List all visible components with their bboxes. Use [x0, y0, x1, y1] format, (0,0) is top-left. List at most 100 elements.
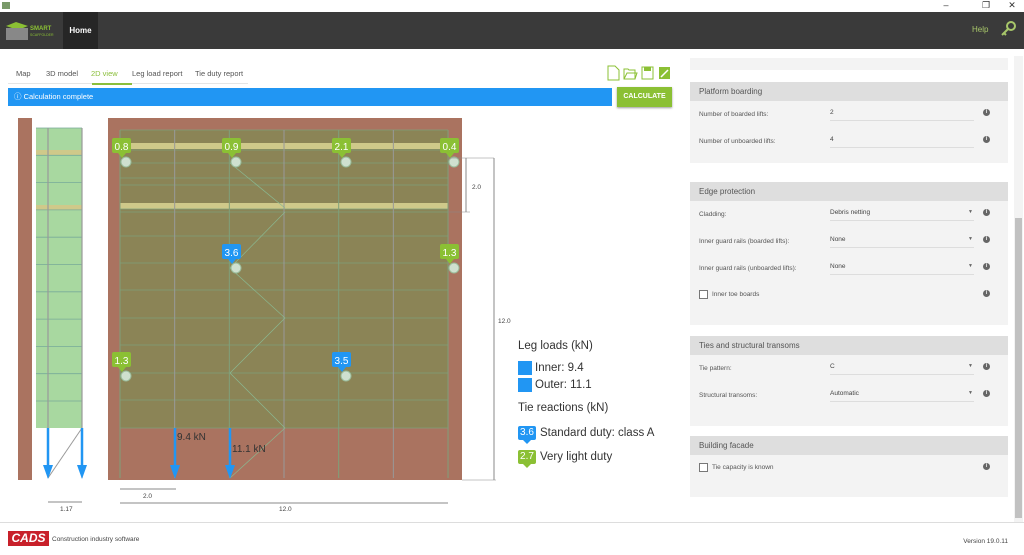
tab-2d-view[interactable]: 2D view: [91, 69, 118, 78]
field-label: Tie pattern:: [699, 365, 732, 372]
height-dim: 12.0: [498, 318, 511, 325]
load-arrow-icon: [77, 465, 87, 479]
smart-scaffolder-logo: SMART SCAFFOLDER: [6, 22, 54, 40]
cladding-select[interactable]: Debris netting ▼: [830, 209, 974, 221]
minimize-button[interactable]: –: [936, 0, 956, 10]
building-wall-side: [18, 118, 32, 480]
inner-guard-rails-unboarded-select[interactable]: None ▼: [830, 263, 974, 275]
tab-3d-model[interactable]: 3D model: [46, 69, 78, 78]
standard-duty-label: Standard duty: class A: [540, 427, 655, 439]
tie-value: 1.3: [115, 356, 129, 367]
inner-guard-rails-boarded-select[interactable]: None ▼: [830, 236, 974, 248]
selected-value: None: [830, 263, 846, 270]
inner-swatch: [518, 360, 532, 375]
inner-toe-boards-checkbox[interactable]: [699, 290, 708, 299]
info-icon[interactable]: i: [983, 263, 990, 270]
save-as-icon[interactable]: [659, 67, 670, 79]
section-title: Ties and structural transoms: [690, 336, 1008, 355]
selected-value: Automatic: [830, 390, 859, 397]
tie-anchor-icon: [340, 156, 352, 168]
edge-protection-section: Edge protection Cladding: Debris netting ▼…: [690, 182, 1008, 325]
tie-anchor-icon: [120, 156, 132, 168]
tie-value: 3.6: [225, 248, 239, 259]
field-label: Number of unboarded lifts:: [699, 138, 776, 145]
tie-anchor-icon: [230, 262, 242, 274]
tab-leg-load-report[interactable]: Leg load report: [132, 69, 182, 78]
info-icon[interactable]: i: [983, 136, 990, 143]
tie-value: 1.3: [443, 248, 457, 259]
scaffold-side-cladding: [36, 128, 82, 428]
dropdown-caret-icon: ▼: [968, 363, 973, 369]
boarded-lifts-input[interactable]: 2: [830, 109, 974, 121]
scaffold-2d-view: 0.8 0.9 2.1 0.4 3.6 1.3 1.3 3.5 9.4 kN 11.1 kN 2.0…: [18, 118, 511, 513]
ties-section: Ties and structural transoms Tie pattern…: [690, 336, 1008, 426]
info-icon[interactable]: i: [983, 363, 990, 370]
inner-load-label: 9.4 kN: [177, 432, 206, 443]
tie-capacity-checkbox[interactable]: [699, 463, 708, 472]
side-board: [36, 205, 82, 210]
standard-duty-tag: 3.6: [518, 426, 536, 444]
version: Version 19.0.11: [963, 538, 1008, 545]
info-icon[interactable]: i: [983, 236, 990, 243]
status-text: Calculation complete: [23, 92, 94, 101]
tie-value: 0.8: [115, 142, 129, 153]
toolbar: [607, 65, 670, 81]
previous-section-tail: [690, 58, 1008, 70]
field-label: Structural transoms:: [699, 392, 758, 399]
info-icon[interactable]: i: [983, 109, 990, 116]
calculate-button[interactable]: CALCULATE: [617, 87, 672, 107]
info-icon[interactable]: i: [983, 209, 990, 216]
length-dim: 12.0: [279, 506, 292, 513]
width-dim: 1.17: [60, 506, 73, 513]
tie-value: 0.9: [225, 142, 239, 153]
save-icon[interactable]: [641, 66, 654, 80]
tie-anchor-icon: [448, 262, 460, 274]
info-icon[interactable]: i: [983, 390, 990, 397]
outer-load: Outer: 11.1: [535, 378, 592, 391]
legend: Leg loads (kN) Inner: 9.4 Outer: 11.1 Ti…: [518, 340, 654, 469]
tie-reactions-title: Tie reactions (kN): [518, 402, 609, 414]
view-tabs: Map 3D model 2D view Leg load report Tie…: [8, 66, 248, 85]
info-icon[interactable]: i: [983, 290, 990, 297]
app-icon: [2, 2, 10, 9]
new-file-icon[interactable]: [607, 65, 620, 81]
platform-boarding-section: Platform boarding Number of boarded lift…: [690, 82, 1008, 163]
unboarded-lifts-input[interactable]: 4: [830, 136, 974, 148]
maximize-button[interactable]: ❐: [976, 0, 996, 11]
help-link[interactable]: Help: [972, 25, 988, 34]
side-brace: [47, 427, 83, 479]
lift-height-dim: 2.0: [472, 184, 481, 191]
key-icon[interactable]: [1000, 21, 1016, 37]
tie-pattern-select[interactable]: C ▼: [830, 363, 974, 375]
scrollbar-thumb[interactable]: [1015, 218, 1022, 518]
field-label: Number of boarded lifts:: [699, 111, 769, 118]
close-button[interactable]: ✕: [1002, 0, 1022, 11]
outer-load-label: 11.1 kN: [232, 444, 266, 455]
section-title: Building facade: [690, 436, 1008, 455]
structural-transoms-select[interactable]: Automatic ▼: [830, 390, 974, 402]
building-facade-section: Building facade Tie capacity is known i: [690, 436, 1008, 497]
status-bar: ⓘ Calculation complete: [8, 88, 612, 106]
home-tab[interactable]: Home: [63, 12, 98, 49]
light-duty-tag: 2.7: [518, 450, 536, 468]
field-label: Cladding:: [699, 211, 727, 218]
selected-value: Debris netting: [830, 209, 871, 216]
field-label: Inner guard rails (boarded lifts):: [699, 238, 790, 245]
info-icon[interactable]: i: [983, 463, 990, 470]
tab-tie-duty-report[interactable]: Tie duty report: [195, 69, 243, 78]
open-folder-icon[interactable]: [623, 68, 638, 80]
dropdown-caret-icon: ▼: [968, 390, 973, 396]
field-label: Inner guard rails (unboarded lifts):: [699, 265, 797, 272]
section-title: Platform boarding: [690, 82, 1008, 101]
leg-loads-title: Leg loads (kN): [518, 340, 593, 352]
tab-map[interactable]: Map: [16, 69, 31, 78]
dropdown-caret-icon: ▼: [968, 263, 973, 269]
tie-anchor-icon: [230, 156, 242, 168]
light-duty-label: Very light duty: [540, 451, 613, 463]
tie-anchor-icon: [448, 156, 460, 168]
inner-load: Inner: 9.4: [535, 361, 584, 374]
selected-value: C: [830, 363, 835, 370]
active-tab-indicator: [92, 83, 132, 85]
tie-anchor-icon: [340, 370, 352, 382]
info-icon: ⓘ: [14, 92, 24, 101]
